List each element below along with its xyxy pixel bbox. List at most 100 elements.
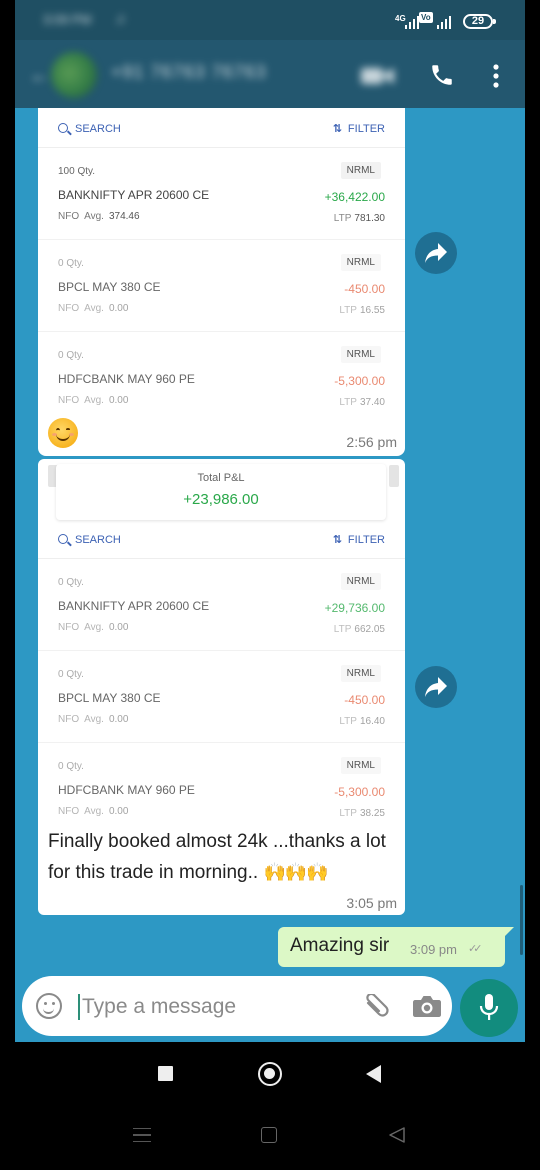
message-caption: Finally booked almost 24k ...thanks a lo… [48, 827, 398, 888]
forward-button[interactable] [415, 232, 457, 274]
signal-icon-2 [437, 15, 451, 29]
phone-call-icon[interactable] [429, 62, 455, 88]
search-button: SEARCH [58, 533, 121, 546]
position-qty: 0 Qty. [58, 669, 84, 680]
home-button[interactable] [258, 1062, 282, 1086]
battery-level: 29 [471, 15, 485, 27]
voice-record-button[interactable] [460, 979, 518, 1037]
message-time: 2:56 pm [346, 434, 397, 450]
product-badge: NRML [340, 757, 381, 774]
position-pnl: -5,300.00 [334, 785, 385, 799]
position-qty: 0 Qty. [58, 577, 84, 588]
message-input-bar [22, 976, 452, 1036]
position-qty: 0 Qty. [58, 761, 84, 772]
position-symbol: BPCL MAY 380 CE [58, 691, 161, 705]
smiling-face-emoji-icon [48, 418, 78, 448]
product-badge: NRML [340, 346, 381, 363]
screenshot-edge [389, 465, 399, 487]
total-pnl-box: Total P&L +23,986.00 [56, 464, 386, 520]
position-qty: 0 Qty. [58, 350, 84, 361]
sent-message-time: 3:09 pm [410, 942, 457, 957]
system-navigation-bar [0, 1104, 540, 1170]
sent-message-text: Amazing sir [290, 935, 390, 956]
battery-icon: 29 [463, 14, 496, 29]
position-symbol: BANKNIFTY APR 20600 CE [58, 599, 210, 613]
position-pnl: -5,300.00 [334, 374, 385, 388]
message-input[interactable] [82, 992, 342, 1022]
image-message-1[interactable]: SEARCH ⇅ FILTER 100 Qty. BANKNIFTY APR 20… [38, 108, 405, 456]
status-time: 3:09 PM [43, 12, 92, 27]
search-label: SEARCH [75, 123, 121, 135]
home-icon[interactable] [261, 1127, 277, 1143]
mute-icon: ♫ [115, 10, 126, 26]
contact-name[interactable]: +91 76763 76763 [111, 62, 267, 83]
positions-toolbar: SEARCH ⇅ FILTER [38, 521, 405, 559]
position-row: 0 Qty. BPCL MAY 380 CE NFO Avg. 0.00 NRML… [38, 651, 405, 743]
search-icon [58, 534, 68, 544]
position-row: 100 Qty. BANKNIFTY APR 20600 CE NFO Avg.… [38, 148, 405, 240]
position-pnl: +36,422.00 [324, 190, 385, 204]
position-symbol: BANKNIFTY APR 20600 CE [58, 188, 210, 202]
video-call-icon[interactable] [361, 66, 395, 86]
raising-hands-emoji-icon: 🙌🙌🙌 [263, 862, 328, 882]
search-icon [58, 123, 68, 133]
menu-icon[interactable] [133, 1128, 151, 1142]
avatar[interactable] [51, 52, 97, 98]
position-symbol: HDFCBANK MAY 960 PE [58, 783, 195, 797]
image-message-2[interactable]: Total P&L +23,986.00 SEARCH ⇅ FILTER 0 Qt… [38, 459, 405, 915]
product-badge: NRML [340, 162, 381, 179]
back-arrow-icon[interactable]: ← [29, 62, 51, 88]
position-avg: NFO Avg. 0.00 [58, 622, 129, 633]
recents-button[interactable] [158, 1066, 173, 1081]
text-cursor [78, 994, 80, 1020]
total-pnl-label: Total P&L [197, 472, 245, 484]
position-ltp: LTP 37.40 [339, 397, 385, 408]
filter-icon: ⇅ [332, 534, 342, 546]
filter-button: ⇅ FILTER [333, 533, 385, 546]
navigation-bar [0, 1042, 540, 1104]
position-symbol: BPCL MAY 380 CE [58, 280, 161, 294]
camera-icon[interactable] [412, 994, 442, 1018]
emoji-icon[interactable] [36, 993, 62, 1019]
position-pnl: +29,736.00 [324, 601, 385, 615]
product-badge: NRML [340, 665, 381, 682]
position-avg: NFO Avg. 0.00 [58, 806, 129, 817]
sent-message[interactable]: Amazing sir 3:09 pm ✓✓ [278, 927, 514, 967]
position-avg: NFO Avg. 0.00 [58, 714, 129, 725]
position-ltp: LTP 662.05 [333, 624, 385, 635]
caption-text: Finally booked almost 24k ...thanks a lo… [48, 831, 386, 883]
volte-icon: Vo [419, 12, 433, 23]
position-ltp: LTP 38.25 [339, 808, 385, 819]
position-ltp: LTP 781.30 [333, 213, 385, 224]
position-ltp: LTP 16.55 [339, 305, 385, 316]
search-button: SEARCH [58, 122, 121, 135]
position-row: 0 Qty. BANKNIFTY APR 20600 CE NFO Avg. 0.… [38, 559, 405, 651]
scrollbar[interactable] [520, 885, 523, 955]
forward-icon [425, 677, 447, 697]
position-row: 0 Qty. HDFCBANK MAY 960 PE NFO Avg. 0.00 … [38, 743, 405, 835]
product-badge: NRML [340, 254, 381, 271]
product-badge: NRML [340, 573, 381, 590]
position-qty: 0 Qty. [58, 258, 84, 269]
microphone-icon [479, 994, 499, 1020]
message-time: 3:05 pm [346, 895, 397, 911]
position-symbol: HDFCBANK MAY 960 PE [58, 372, 195, 386]
filter-label: FILTER [347, 534, 385, 546]
attach-icon[interactable] [360, 994, 390, 1020]
position-pnl: -450.00 [344, 693, 385, 707]
back-icon[interactable] [388, 1126, 406, 1144]
position-qty: 100 Qty. [58, 166, 96, 177]
position-ltp: LTP 16.40 [339, 716, 385, 727]
position-avg: NFO Avg. 0.00 [58, 303, 129, 314]
forward-icon [425, 243, 447, 263]
more-options-icon[interactable] [486, 62, 506, 90]
position-row: 0 Qty. BPCL MAY 380 CE NFO Avg. 0.00 NRML… [38, 240, 405, 332]
back-button[interactable] [366, 1065, 381, 1083]
position-row: 0 Qty. HDFCBANK MAY 960 PE NFO Avg. 0.00 … [38, 332, 405, 424]
position-avg: NFO Avg. 374.46 [58, 211, 140, 222]
positions-toolbar: SEARCH ⇅ FILTER [38, 110, 405, 148]
filter-label: FILTER [347, 123, 385, 135]
whatsapp-chat-screen: 3:09 PM ♫ 4G Vo 29 ← +91 76763 76763 SEA… [15, 0, 525, 1042]
forward-button[interactable] [415, 666, 457, 708]
status-bar: 3:09 PM ♫ 4G Vo 29 [15, 0, 525, 40]
